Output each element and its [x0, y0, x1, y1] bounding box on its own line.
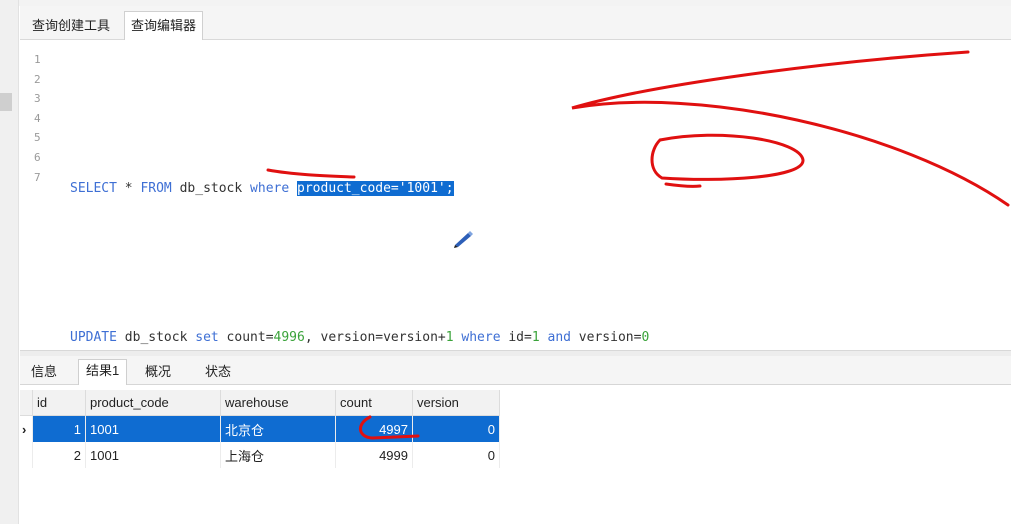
number-literal: 1	[531, 329, 540, 345]
line-number-gutter: 1 2 3 4 5 6 7	[34, 50, 54, 187]
tab-profile[interactable]: 概况	[138, 361, 178, 383]
tab-info[interactable]: 信息	[24, 361, 64, 383]
left-panel-marker	[0, 93, 12, 111]
keyword: UPDATE	[70, 329, 117, 345]
keyword: SELECT	[70, 181, 117, 197]
line-number: 2	[34, 72, 41, 86]
cell-product-code[interactable]: 1001	[85, 415, 221, 442]
keyword: and	[547, 329, 571, 345]
cell-warehouse[interactable]: 上海仓	[220, 442, 336, 468]
line-number: 6	[34, 150, 41, 164]
row-marker	[20, 442, 33, 468]
current-row-indicator-icon: ›	[20, 415, 33, 442]
code-text: version=	[570, 329, 642, 345]
tab-query-editor[interactable]: 查询编辑器	[124, 11, 204, 41]
query-tab-bar: 查询创建工具 查询编辑器	[20, 6, 1011, 41]
cell-warehouse[interactable]: 北京仓	[220, 415, 336, 442]
cell-version[interactable]: 0	[412, 415, 500, 442]
left-panel-strip	[0, 0, 19, 524]
row-marker-header	[20, 390, 33, 416]
sql-editor[interactable]: 1 2 3 4 5 6 7 SELECT * FROM db_stock whe…	[20, 40, 1011, 350]
tab-query-builder[interactable]: 查询创建工具	[26, 12, 116, 39]
table-row[interactable]: 2 1001 上海仓 4999 0	[20, 442, 500, 468]
code-text: , version=version+	[304, 329, 446, 345]
cell-count[interactable]: 4999	[335, 442, 413, 468]
line-number: 5	[34, 131, 41, 145]
code-line-6: UPDATE db_stock set count=4996, version=…	[70, 328, 649, 348]
keyword: where	[461, 329, 501, 345]
keyword: set	[195, 329, 219, 345]
table-row[interactable]: › 1 1001 北京仓 4997 0	[20, 415, 500, 442]
line-number: 1	[34, 53, 41, 66]
number-literal: 0	[641, 329, 650, 345]
column-header[interactable]: version	[412, 390, 500, 416]
keyword: where	[250, 181, 290, 197]
column-header[interactable]: product_code	[85, 390, 221, 416]
code-text: db_stock	[116, 329, 196, 345]
result-tab-bar: 信息 结果1 概况 状态	[20, 356, 1011, 385]
cell-id[interactable]: 1	[32, 415, 86, 442]
number-literal: 1	[445, 329, 454, 345]
code-text: *	[116, 181, 141, 197]
cell-version[interactable]: 0	[412, 442, 500, 468]
tab-result-1[interactable]: 结果1	[78, 359, 128, 385]
cell-count[interactable]: 4997	[335, 415, 413, 442]
cell-id[interactable]: 2	[32, 442, 86, 468]
column-header[interactable]: id	[32, 390, 86, 416]
cell-product-code[interactable]: 1001	[85, 442, 221, 468]
column-header[interactable]: warehouse	[220, 390, 336, 416]
code-text: id=	[500, 329, 532, 345]
column-header[interactable]: count	[335, 390, 413, 416]
selected-text: product_code='1001';	[297, 181, 454, 197]
tab-status[interactable]: 状态	[198, 361, 238, 383]
line-number: 3	[34, 92, 41, 106]
keyword: FROM	[140, 181, 172, 197]
code-text: db_stock	[171, 181, 251, 197]
line-number: 7	[34, 170, 41, 184]
code-line-3: SELECT * FROM db_stock where product_cod…	[70, 179, 649, 199]
grid-header-row: id product_code warehouse count version	[20, 390, 500, 416]
pencil-cursor-icon	[454, 231, 473, 248]
number-literal: 4996	[273, 329, 305, 345]
result-grid[interactable]: id product_code warehouse count version …	[20, 390, 500, 468]
code-text: count=	[218, 329, 274, 345]
line-number: 4	[34, 111, 41, 125]
